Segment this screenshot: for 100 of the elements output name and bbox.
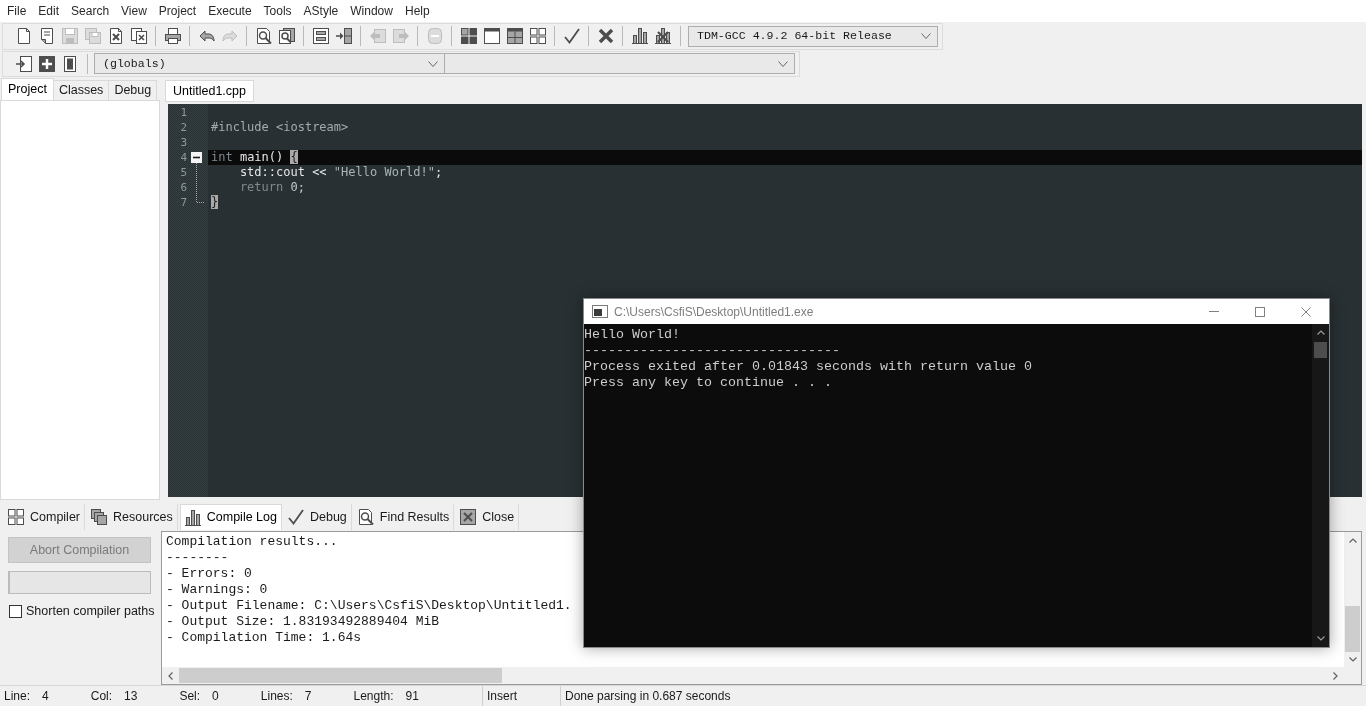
line-number: 2 bbox=[180, 120, 187, 135]
editor-tab[interactable]: Untitled1.cpp bbox=[165, 80, 254, 102]
line-number: 6 bbox=[180, 180, 187, 195]
line-number: 5 bbox=[180, 165, 187, 180]
form-icon[interactable] bbox=[312, 28, 329, 44]
line-number: 7 bbox=[180, 195, 187, 210]
horizontal-scrollbar[interactable] bbox=[162, 667, 1344, 684]
arrow-into-bar-icon[interactable] bbox=[335, 28, 352, 44]
menu-item[interactable]: Tools bbox=[257, 2, 298, 20]
down-chevron-icon[interactable] bbox=[1348, 657, 1357, 662]
page-cross-icon[interactable] bbox=[107, 28, 124, 44]
cross-box-icon bbox=[460, 509, 477, 525]
status-field-label: Length: bbox=[353, 688, 394, 705]
chevron-down-icon[interactable] bbox=[428, 60, 438, 67]
vertical-scrollbar[interactable] bbox=[1344, 532, 1361, 667]
panel-tab[interactable]: Classes bbox=[53, 80, 110, 100]
status-field-value: 0 bbox=[212, 688, 219, 705]
bar-chart-icon[interactable] bbox=[631, 28, 648, 44]
pages-cross-icon[interactable] bbox=[130, 28, 147, 44]
compiler-select[interactable]: TDM-GCC 4.9.2 64-bit Release bbox=[688, 25, 938, 47]
chevron-down-icon[interactable] bbox=[778, 60, 788, 67]
code-line: return 0; bbox=[238, 180, 305, 195]
menu-item[interactable]: Window bbox=[344, 2, 399, 20]
blank-page-icon[interactable] bbox=[15, 28, 32, 44]
up-chevron-icon[interactable] bbox=[1348, 538, 1357, 543]
undo-arrow-icon[interactable] bbox=[198, 28, 215, 44]
grid-outline-icon bbox=[8, 509, 24, 525]
menu-item[interactable]: AStyle bbox=[297, 2, 345, 20]
scrollbar-thumb[interactable] bbox=[1345, 606, 1360, 652]
log-line: - Warnings: 0 bbox=[166, 582, 268, 597]
scope-select[interactable]: (globals) bbox=[94, 53, 445, 74]
page-arrow-icon[interactable] bbox=[15, 55, 32, 72]
printer-icon[interactable] bbox=[164, 28, 181, 44]
console-window[interactable]: C:\Users\CsfiS\Desktop\Untitled1.exe Hello World! -------------------------------- Process exited after 0.01843 seconds with return value 0 Press any key to continue . . . bbox=[583, 298, 1330, 648]
log-line: - Output Filename: C:\Users\CsfiS\Desktop\Untitled1. bbox=[166, 598, 572, 613]
status-field-label: Line: bbox=[4, 688, 31, 705]
status-field-label: Sel: bbox=[179, 688, 201, 705]
menu-item[interactable]: Execute bbox=[202, 2, 258, 20]
plus-box-icon[interactable] bbox=[38, 55, 55, 72]
log-line: - Output Size: 1.83193492889404 MiB bbox=[166, 614, 440, 629]
console-text: -------------------------------- bbox=[584, 343, 840, 358]
scrollbar-thumb[interactable] bbox=[1314, 342, 1327, 358]
console-text: Hello World! bbox=[584, 327, 680, 342]
log-line: - Compilation Time: 1.64s bbox=[166, 630, 362, 645]
panel-tab[interactable]: Debug bbox=[109, 80, 158, 100]
left-chevron-icon[interactable] bbox=[168, 671, 173, 680]
cross-icon[interactable] bbox=[597, 28, 614, 44]
menu-item[interactable]: File bbox=[1, 2, 33, 20]
console-text: Process exited after 0.01843 seconds with return value 0 bbox=[584, 359, 1032, 374]
down-chevron-icon[interactable] bbox=[1316, 636, 1325, 641]
log-line: -------- bbox=[166, 550, 229, 565]
maximize-icon[interactable] bbox=[1255, 306, 1265, 317]
check-icon bbox=[287, 509, 304, 525]
log-line: - Errors: 0 bbox=[166, 566, 252, 581]
fold-minus-icon[interactable] bbox=[191, 152, 202, 163]
bar-box-icon[interactable] bbox=[61, 55, 78, 72]
close-icon[interactable] bbox=[1301, 306, 1311, 317]
code-line: int main() { bbox=[211, 150, 298, 165]
fold-line bbox=[196, 162, 205, 203]
status-field-value: 91 bbox=[405, 688, 419, 705]
check-icon[interactable] bbox=[563, 28, 580, 44]
menu-item[interactable]: Edit bbox=[32, 2, 66, 20]
window-icon[interactable] bbox=[483, 28, 500, 44]
menu-item[interactable]: Search bbox=[65, 2, 116, 20]
line-number: 4 bbox=[180, 150, 187, 165]
right-chevron-icon[interactable] bbox=[1333, 671, 1338, 680]
status-field-value: 13 bbox=[124, 688, 138, 705]
checkbox-label[interactable]: Shorten compiler paths bbox=[26, 602, 155, 621]
menu-item[interactable]: Project bbox=[152, 2, 203, 20]
panel-tab[interactable]: Project bbox=[1, 78, 54, 100]
scrollbar-thumb[interactable] bbox=[179, 668, 502, 683]
folded-page-icon[interactable] bbox=[38, 28, 55, 44]
window-title: C:\Users\CsfiS\Desktop\Untitled1.exe bbox=[614, 303, 814, 321]
panel-tab[interactable]: Compile Log bbox=[179, 504, 282, 530]
search-icon bbox=[357, 509, 374, 525]
vertical-scrollbar[interactable] bbox=[1312, 324, 1329, 647]
grid-icon[interactable] bbox=[460, 28, 477, 44]
search-pages-icon[interactable] bbox=[278, 28, 295, 44]
chevron-down-icon[interactable] bbox=[921, 33, 931, 39]
up-chevron-icon[interactable] bbox=[1316, 330, 1325, 335]
status-field-label: Col: bbox=[90, 688, 113, 705]
console-text: Press any key to continue . . . bbox=[584, 375, 832, 390]
menu-item[interactable]: View bbox=[115, 2, 153, 20]
stacked-squares-icon bbox=[91, 509, 107, 525]
menu-item[interactable]: Help bbox=[398, 2, 436, 20]
window-icon bbox=[592, 305, 608, 318]
status-field-value: 4 bbox=[42, 688, 49, 705]
window-panes-icon[interactable] bbox=[506, 28, 523, 44]
bar-chart-cross-icon[interactable] bbox=[654, 28, 671, 44]
grid-outline-icon[interactable] bbox=[529, 28, 546, 44]
status-mode: Insert bbox=[487, 688, 517, 705]
code-line: #include <iostream> bbox=[211, 120, 349, 135]
checkbox[interactable] bbox=[9, 604, 22, 618]
line-number: 3 bbox=[180, 135, 187, 150]
line-number: 1 bbox=[180, 105, 187, 120]
bar-chart-icon bbox=[184, 509, 201, 526]
search-icon[interactable] bbox=[255, 28, 272, 44]
status-field-label: Lines: bbox=[260, 688, 293, 705]
console-title-bar[interactable]: C:\Users\CsfiS\Desktop\Untitled1.exe bbox=[584, 299, 1329, 324]
status-message: Done parsing in 0.687 seconds bbox=[565, 688, 731, 705]
